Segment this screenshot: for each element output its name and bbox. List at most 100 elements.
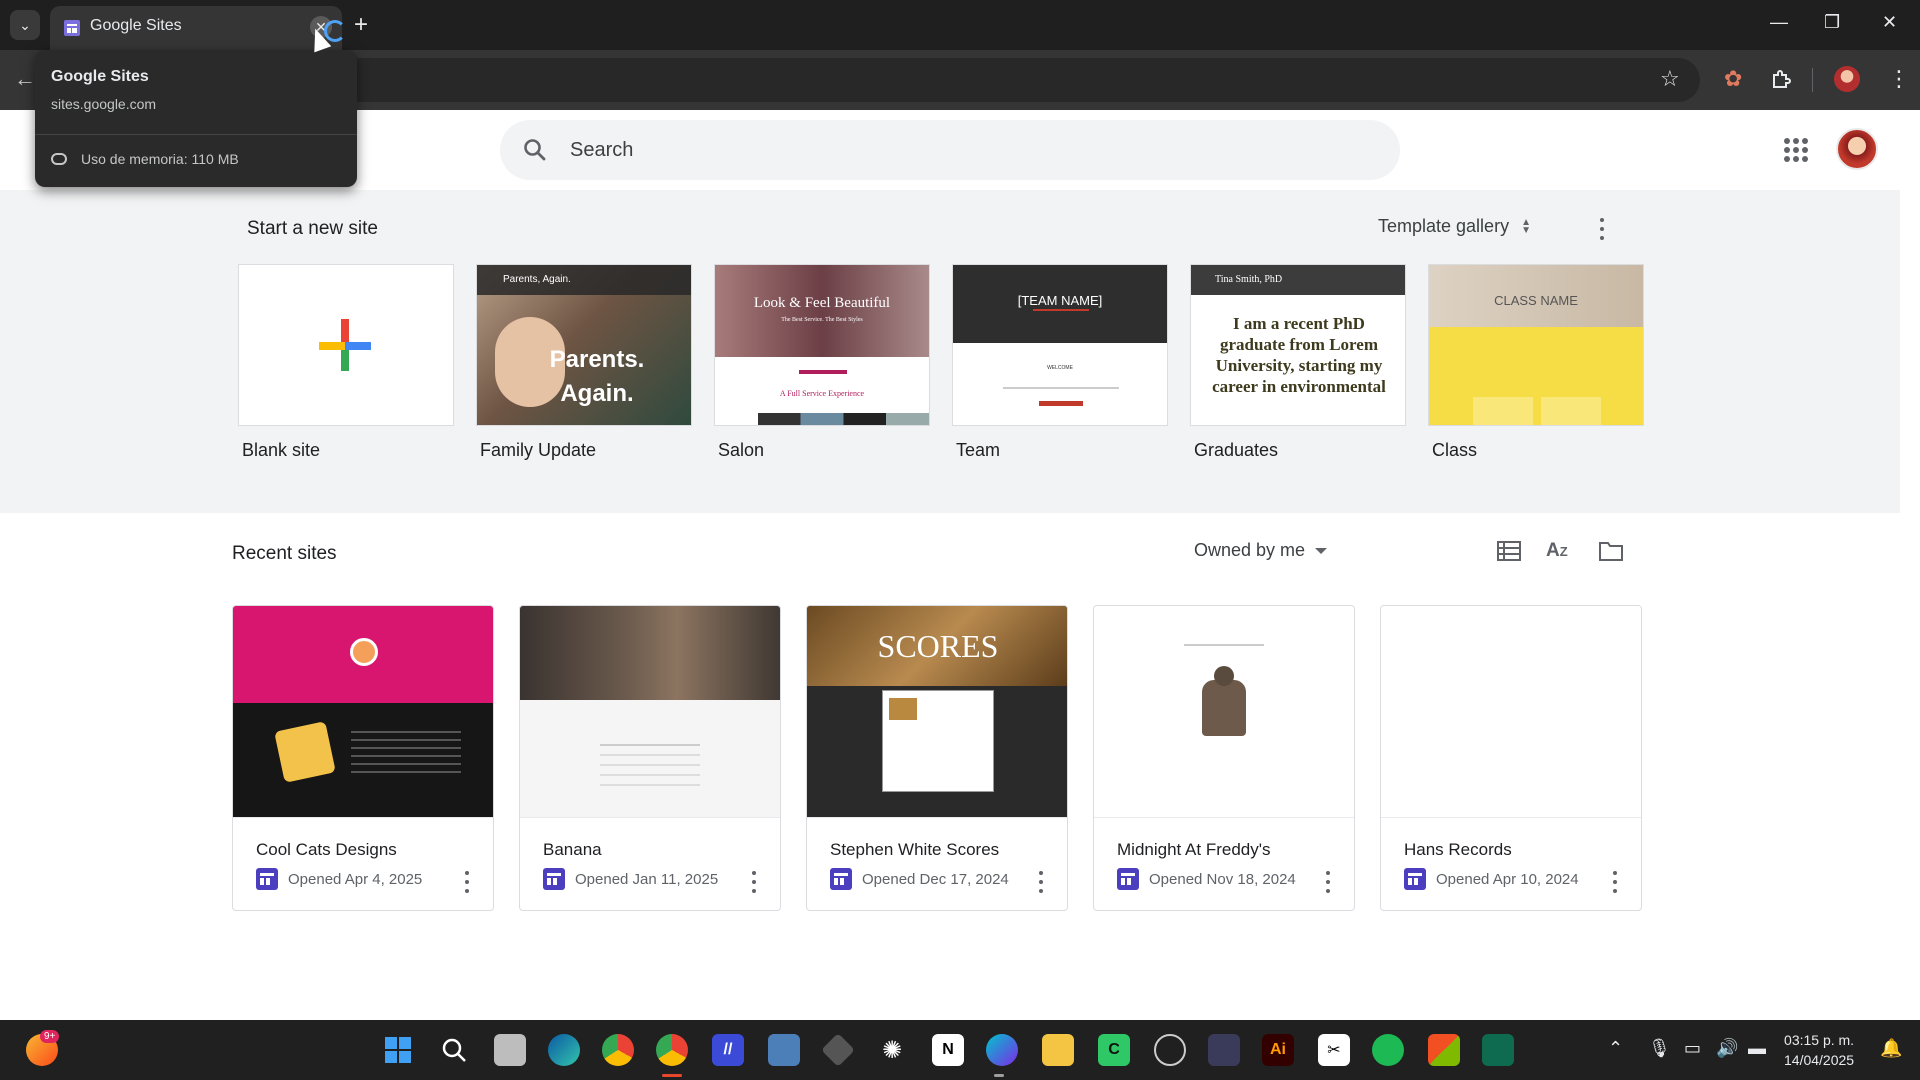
search-bar[interactable]: [500, 120, 1400, 180]
browser-tab[interactable]: Google Sites ✕: [50, 6, 342, 50]
site-thumbnail[interactable]: [1094, 606, 1354, 818]
thumb-text-line: [1184, 644, 1264, 646]
cat-logo-icon: [350, 638, 378, 666]
site-thumbnail[interactable]: [233, 606, 493, 818]
site-meta: Opened Apr 10, 2024: [1404, 868, 1579, 890]
volume-icon[interactable]: 🔊: [1716, 1038, 1738, 1059]
spotify-icon[interactable]: [1372, 1034, 1404, 1066]
hovercard-url: sites.google.com: [51, 96, 157, 112]
template-gallery-label: Template gallery: [1378, 216, 1510, 236]
profile-avatar-small[interactable]: [1834, 66, 1860, 92]
app-icon-purple[interactable]: //: [712, 1034, 744, 1066]
clock-date: 14/04/2025: [1784, 1052, 1855, 1068]
class-yellow-block: [1429, 327, 1643, 425]
template-thumbnail[interactable]: CLASS NAME: [1428, 264, 1644, 426]
thumb-header-bar: Parents, Again.: [477, 265, 691, 295]
template-thumbnail[interactable]: Tina Smith, PhD I am a recent PhD gradua…: [1190, 264, 1406, 426]
site-more-options-icon[interactable]: [1612, 871, 1618, 893]
search-icon[interactable]: [522, 137, 548, 163]
davinci-resolve-icon[interactable]: [1208, 1034, 1240, 1066]
taskbar-search-icon[interactable]: [438, 1034, 470, 1066]
site-thumbnail[interactable]: [520, 606, 780, 818]
site-more-options-icon[interactable]: [464, 871, 470, 893]
edge-icon[interactable]: [548, 1034, 580, 1066]
notion-icon[interactable]: N: [932, 1034, 964, 1066]
app-icon-cube[interactable]: [821, 1033, 855, 1067]
site-more-options-icon[interactable]: [1325, 871, 1331, 893]
template-gallery-button[interactable]: Template gallery ▲ ▼: [1378, 216, 1531, 237]
sort-az-icon[interactable]: AZ: [1546, 540, 1572, 562]
site-card-banana[interactable]: Banana Opened Jan 11, 2025: [519, 605, 781, 911]
tab-search-button[interactable]: ⌄: [10, 10, 40, 40]
site-card-stephen-white-scores[interactable]: SCORES Stephen White Scores Opened Dec 1…: [806, 605, 1068, 911]
chrome-canary-icon[interactable]: [602, 1034, 634, 1066]
template-thumbnail[interactable]: Look & Feel Beautiful The Best Service. …: [714, 264, 930, 426]
thumb-studio-image: [520, 606, 780, 700]
site-card-midnight-at-freddys[interactable]: Midnight At Freddy's Opened Nov 18, 2024: [1093, 605, 1355, 911]
network-icon[interactable]: ▭: [1684, 1038, 1701, 1059]
template-graduates[interactable]: Tina Smith, PhD I am a recent PhD gradua…: [1190, 264, 1406, 461]
capcut-icon[interactable]: ✂: [1318, 1034, 1350, 1066]
thumb-footer: A Full Service Experience: [779, 389, 865, 398]
address-bar[interactable]: [290, 58, 1700, 102]
template-blank-site[interactable]: Blank site: [238, 264, 454, 461]
site-card-hans-records[interactable]: Hans Records Opened Apr 10, 2024: [1380, 605, 1642, 911]
site-thumbnail[interactable]: SCORES: [807, 606, 1067, 818]
chatgpt-icon[interactable]: ✺: [876, 1034, 908, 1066]
canva-icon[interactable]: [986, 1034, 1018, 1066]
start-more-options-icon[interactable]: [1599, 218, 1605, 240]
site-opened: Opened Apr 4, 2025: [288, 870, 423, 888]
bookmark-star-icon[interactable]: ☆: [1660, 66, 1680, 92]
illustrator-icon[interactable]: Ai: [1262, 1034, 1294, 1066]
site-title: Cool Cats Designs: [256, 840, 397, 859]
file-explorer-icon[interactable]: [1042, 1034, 1074, 1066]
tray-overflow-icon[interactable]: ⌃: [1608, 1038, 1623, 1059]
account-avatar[interactable]: [1836, 128, 1878, 170]
app-icon-teal[interactable]: [1482, 1034, 1514, 1066]
google-apps-icon[interactable]: [1784, 138, 1808, 162]
task-view-icon[interactable]: [494, 1034, 526, 1066]
microsoft-store-icon[interactable]: [1428, 1034, 1460, 1066]
thumb-subtitle: The Best Service. The Best Styles: [781, 317, 863, 323]
battery-icon[interactable]: ▬: [1748, 1038, 1766, 1059]
new-tab-button[interactable]: +: [354, 12, 368, 38]
app-icon-green[interactable]: C: [1098, 1034, 1130, 1066]
site-more-options-icon[interactable]: [751, 871, 757, 893]
list-view-icon[interactable]: [1496, 540, 1522, 562]
chrome-icon[interactable]: [656, 1034, 688, 1066]
site-more-options-icon[interactable]: [1038, 871, 1044, 893]
extensions-puzzle-icon[interactable]: [1770, 68, 1792, 90]
thumb-album-art: [889, 698, 917, 720]
template-thumbnail[interactable]: Parents, Again. Parents. Again.: [476, 264, 692, 426]
thumb-subtitle: WELCOME: [1047, 365, 1073, 371]
system-clock[interactable]: 03:15 p. m. 14/04/2025: [1784, 1030, 1854, 1070]
site-opened: Opened Jan 11, 2025: [575, 870, 719, 888]
folder-icon[interactable]: [1598, 540, 1624, 562]
extension-cookie-icon[interactable]: ✿: [1724, 66, 1742, 92]
chrome-menu-icon[interactable]: ⋮: [1888, 66, 1910, 92]
site-thumbnail[interactable]: [1381, 606, 1641, 818]
back-arrow-icon[interactable]: ←: [14, 66, 36, 92]
app-icon-screenshot[interactable]: [768, 1034, 800, 1066]
minimize-icon[interactable]: —: [1770, 12, 1788, 33]
site-card-cool-cats-designs[interactable]: Cool Cats Designs Opened Apr 4, 2025: [232, 605, 494, 911]
windows-start-icon[interactable]: [382, 1034, 414, 1066]
thumb-text-line: [1003, 387, 1119, 389]
thumb-title: Parents. Again.: [549, 346, 645, 407]
template-team[interactable]: [TEAM NAME] WELCOME Team: [952, 264, 1168, 461]
template-class[interactable]: CLASS NAME Class: [1428, 264, 1644, 461]
thumb-body: I am a recent PhD graduate from Lorem Un…: [1212, 314, 1386, 396]
template-thumbnail[interactable]: [238, 264, 454, 426]
template-salon[interactable]: Look & Feel Beautiful The Best Service. …: [714, 264, 930, 461]
thumb-character-head: [1214, 666, 1234, 686]
owned-by-dropdown[interactable]: Owned by me: [1194, 540, 1328, 561]
notifications-icon[interactable]: 🔔: [1880, 1038, 1902, 1059]
microphone-icon[interactable]: 🎙: [1648, 1038, 1671, 1059]
window-close-icon[interactable]: ✕: [1882, 12, 1897, 33]
restore-icon[interactable]: ❐: [1824, 12, 1840, 33]
template-family-update[interactable]: Parents, Again. Parents. Again. Family U…: [476, 264, 692, 461]
template-thumbnail[interactable]: [TEAM NAME] WELCOME: [952, 264, 1168, 426]
site-title: Banana: [543, 840, 602, 859]
app-icon-circle[interactable]: [1154, 1034, 1186, 1066]
search-input[interactable]: [570, 120, 1370, 180]
